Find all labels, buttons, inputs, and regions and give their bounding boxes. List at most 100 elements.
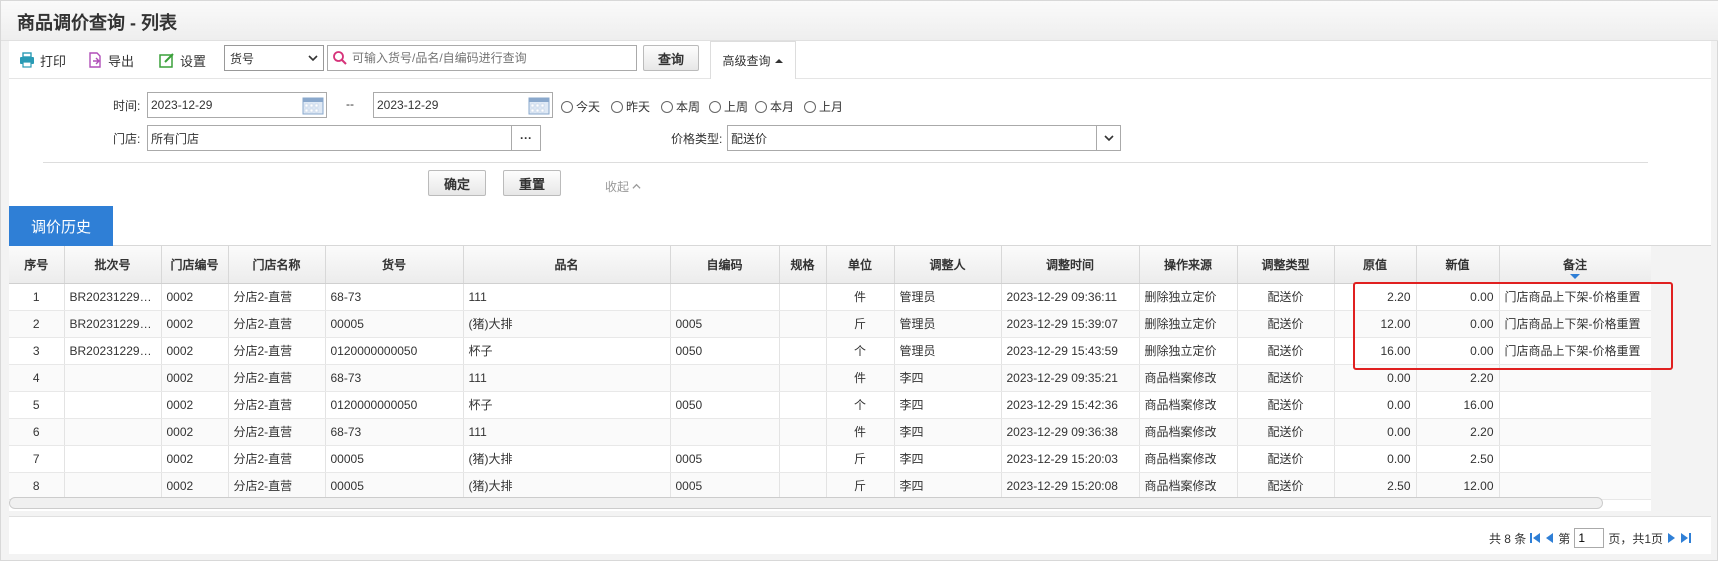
title-bar: 商品调价查询 - 列表	[1, 1, 1718, 41]
column-header-adjust-time[interactable]: 调整时间	[1001, 246, 1140, 284]
toolbar: 打印 导出 设置 货号 查询 高级查询	[9, 41, 1711, 79]
cell-adjuster: 管理员	[894, 310, 1002, 338]
table-row[interactable]: 8 0002 分店2-直营 00005 (猪)大排 0005 斤李四 2023-12-29 1…	[9, 472, 1651, 500]
search-icon	[333, 51, 347, 65]
table-row[interactable]: 3 BR202312291… 0002 分店2-直营 0120000000050 杯子 00…	[9, 337, 1651, 365]
query-button[interactable]: 查询	[643, 45, 699, 71]
cell-batch-no	[64, 391, 162, 419]
column-header-unit[interactable]: 单位	[826, 246, 895, 284]
cell-unit: 个	[826, 337, 895, 365]
horizontal-scrollbar[interactable]	[9, 497, 1603, 509]
sort-desc-icon[interactable]	[1570, 273, 1580, 279]
column-header-label: 序号	[24, 257, 49, 272]
radio-yesterday[interactable]: 昨天	[611, 98, 650, 115]
cell-adjust-time: 2023-12-29 15:20:03	[1001, 445, 1140, 473]
calendar-icon[interactable]	[302, 95, 324, 115]
column-header-store-name[interactable]: 门店名称	[228, 246, 326, 284]
next-page-icon[interactable]	[1667, 532, 1677, 544]
cell-new-value: 2.50	[1416, 445, 1500, 473]
cell-new-value: 16.00	[1416, 391, 1500, 419]
column-header-custom-code[interactable]: 自编码	[670, 246, 780, 284]
radio-this-month-label: 本月	[770, 100, 795, 114]
cell-adjuster: 李四	[894, 364, 1002, 392]
page-number-input[interactable]	[1574, 528, 1605, 548]
search-field-select[interactable]: 货号	[224, 45, 324, 71]
column-header-spec[interactable]: 规格	[779, 246, 827, 284]
cell-seq: 8	[9, 472, 65, 500]
cell-remark: 门店商品上下架-价格重置	[1499, 283, 1651, 311]
column-header-store-code[interactable]: 门店编号	[161, 246, 229, 284]
advanced-query-toggle[interactable]: 高级查询	[710, 41, 796, 79]
cell-source: 商品档案修改	[1139, 472, 1238, 500]
column-header-adjuster[interactable]: 调整人	[894, 246, 1002, 284]
price-type-select[interactable]: 配送价	[727, 125, 1121, 151]
confirm-button[interactable]: 确定	[428, 170, 486, 196]
advanced-filter-panel: 时间: 2023-12-29 -- 2023-12-29 今天 昨天 本周 上周…	[9, 79, 1711, 204]
cell-store-code: 0002	[161, 310, 229, 338]
cell-item-name: 111	[463, 283, 671, 311]
column-header-batch-no[interactable]: 批次号	[64, 246, 162, 284]
column-header-source[interactable]: 操作来源	[1139, 246, 1238, 284]
cell-seq: 6	[9, 418, 65, 446]
radio-last-month[interactable]: 上月	[804, 98, 843, 115]
column-header-item-code[interactable]: 货号	[325, 246, 464, 284]
table-row[interactable]: 2 BR202312291… 0002 分店2-直营 00005 (猪)大排 0005 斤管理…	[9, 310, 1651, 338]
tab-price-history[interactable]: 调价历史	[9, 206, 113, 246]
column-header-new-value[interactable]: 新值	[1416, 246, 1500, 284]
search-input[interactable]	[352, 51, 622, 65]
column-header-label: 备注	[1562, 257, 1587, 272]
table-row[interactable]: 6 0002 分店2-直营 68-73 111 件李四 2023-12-29 09:36:3…	[9, 418, 1651, 446]
store-value: 所有门店	[151, 131, 200, 146]
cell-adjuster: 李四	[894, 472, 1002, 500]
cell-adjust-type: 配送价	[1237, 472, 1335, 500]
radio-circle	[755, 100, 767, 113]
export-button[interactable]: 导出	[87, 49, 134, 71]
store-field[interactable]: 所有门店	[147, 125, 513, 151]
radio-today[interactable]: 今天	[561, 98, 600, 115]
total-count: 共 8 条	[1488, 531, 1527, 546]
cell-new-value: 0.00	[1416, 310, 1500, 338]
first-page-icon[interactable]	[1530, 532, 1541, 544]
table-row[interactable]: 4 0002 分店2-直营 68-73 111 件李四 2023-12-29 09:35:2…	[9, 364, 1651, 392]
date-to-field[interactable]: 2023-12-29	[373, 92, 553, 118]
cell-adjust-type: 配送价	[1237, 283, 1335, 311]
column-header-adjust-type[interactable]: 调整类型	[1237, 246, 1335, 284]
cell-remark	[1499, 418, 1651, 446]
cell-store-name: 分店2-直营	[228, 283, 326, 311]
date-from-field[interactable]: 2023-12-29	[147, 92, 327, 118]
radio-this-month[interactable]: 本月	[755, 98, 794, 115]
cell-batch-no	[64, 418, 162, 446]
radio-circle	[804, 100, 816, 113]
column-header-old-value[interactable]: 原值	[1334, 246, 1417, 284]
cell-adjust-type: 配送价	[1237, 391, 1335, 419]
caret-up-icon	[774, 58, 783, 63]
last-page-icon[interactable]	[1681, 532, 1691, 544]
page-suffix: 页，共1页	[1608, 531, 1663, 546]
radio-last-week[interactable]: 上周	[709, 98, 748, 115]
table-row[interactable]: 1 BR202312290… 0002 分店2-直营 68-73 111 件管理员 2023-…	[9, 283, 1651, 311]
table-row[interactable]: 5 0002 分店2-直营 0120000000050 杯子 0050 个李四 2023-12…	[9, 391, 1651, 419]
cell-remark	[1499, 445, 1651, 473]
column-header-item-name[interactable]: 品名	[463, 246, 671, 284]
price-type-dropdown-button[interactable]	[1096, 126, 1120, 150]
calendar-icon[interactable]	[528, 95, 550, 115]
cell-seq: 1	[9, 283, 65, 311]
prev-page-icon[interactable]	[1544, 532, 1554, 544]
print-button[interactable]: 打印	[19, 49, 66, 71]
cell-unit: 件	[826, 364, 895, 392]
column-header-remark[interactable]: 备注	[1499, 246, 1651, 284]
collapse-toggle[interactable]: 收起	[605, 178, 641, 195]
cell-remark: 门店商品上下架-价格重置	[1499, 337, 1651, 365]
table-row[interactable]: 7 0002 分店2-直营 00005 (猪)大排 0005 斤李四 2023-12-29 1…	[9, 445, 1651, 473]
cell-unit: 斤	[826, 445, 895, 473]
advanced-query-label: 高级查询	[722, 54, 771, 68]
cell-unit: 个	[826, 391, 895, 419]
cell-item-name: (猪)大排	[463, 310, 671, 338]
column-header-seq[interactable]: 序号	[9, 246, 65, 284]
radio-this-week[interactable]: 本周	[661, 98, 700, 115]
cell-spec	[779, 472, 827, 500]
store-picker-button[interactable]: ···	[511, 125, 541, 151]
settings-button[interactable]: 设置	[159, 49, 206, 71]
price-history-table: 序号 批次号 门店编号 门店名称 货号 品名 自编码 规格 单位 调整人 调整时间 操作来源 调整类型 原…	[9, 246, 1651, 500]
reset-button[interactable]: 重置	[503, 170, 561, 196]
